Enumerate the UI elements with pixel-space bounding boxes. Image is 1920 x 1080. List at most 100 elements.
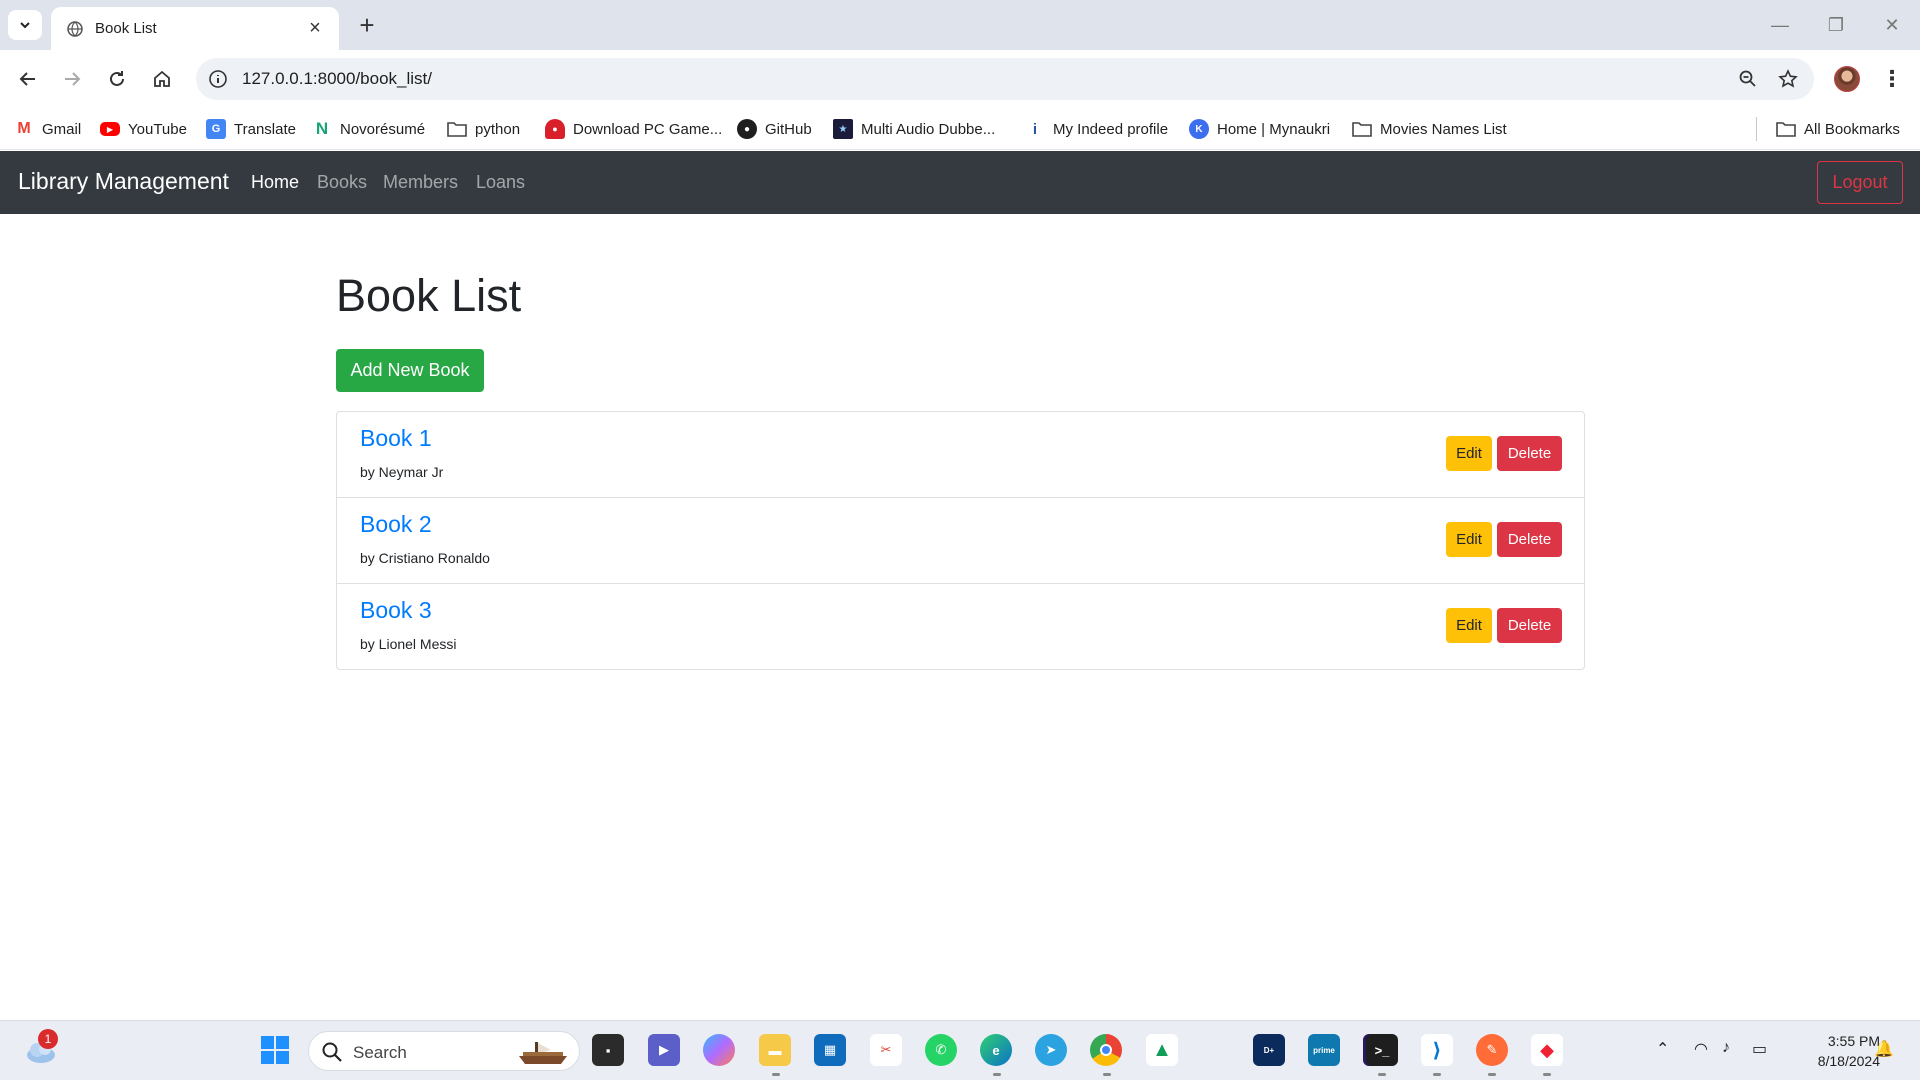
restore-icon[interactable]: ❐ — [1808, 0, 1864, 50]
bookmark-star-icon[interactable] — [1776, 67, 1800, 91]
book-list-item: Book 2 by Cristiano Ronaldo Edit Delete — [337, 498, 1584, 584]
url-text[interactable]: 127.0.0.1:8000/book_list/ — [242, 69, 432, 89]
home-icon[interactable] — [146, 63, 178, 95]
bookmark-youtube[interactable]: ▶ YouTube — [100, 116, 187, 142]
chevron-down-icon — [20, 22, 30, 29]
edit-button[interactable]: Edit — [1446, 522, 1492, 557]
task-view-icon[interactable]: ▪ — [592, 1034, 624, 1066]
bookmark-gmail[interactable]: M Gmail — [14, 116, 81, 142]
postman-icon[interactable]: ✎ — [1476, 1034, 1508, 1066]
teams-meet-icon[interactable]: ▶ — [648, 1034, 680, 1066]
search-placeholder: Search — [353, 1043, 407, 1062]
chevron-up-icon[interactable]: ⌃ — [1656, 1039, 1669, 1059]
indeed-icon: i — [1032, 120, 1038, 138]
battery-icon[interactable]: ▭ — [1752, 1039, 1767, 1059]
site-info-icon[interactable] — [206, 67, 230, 91]
nav-books[interactable]: Books — [317, 172, 367, 193]
running-indicator — [1488, 1073, 1496, 1076]
forward-icon[interactable] — [56, 63, 88, 95]
vscode-icon[interactable]: ⟩ — [1421, 1034, 1453, 1066]
brand-link[interactable]: Library Management — [18, 168, 229, 195]
bookmark-indeed[interactable]: i My Indeed profile — [1025, 116, 1168, 142]
novoresume-icon: N — [315, 119, 329, 138]
translate-icon: G — [206, 119, 226, 139]
bookmark-download-pc-games[interactable]: ● Download PC Game... — [545, 116, 722, 142]
bookmark-mynaukri[interactable]: K Home | Mynaukri — [1189, 116, 1330, 142]
bookmark-label: Novorésumé — [340, 120, 426, 138]
close-tab-icon[interactable]: × — [305, 17, 325, 40]
book-title-link[interactable]: Book 3 — [360, 597, 432, 624]
bookmark-movies-names[interactable]: Movies Names List — [1352, 116, 1507, 142]
new-tab-button[interactable]: + — [352, 10, 382, 40]
nav-home[interactable]: Home — [251, 172, 299, 193]
nav-members[interactable]: Members — [383, 172, 458, 193]
google-drive-icon[interactable]: ▲ — [1146, 1034, 1178, 1066]
delete-button[interactable]: Delete — [1497, 608, 1562, 643]
all-bookmarks[interactable]: All Bookmarks — [1776, 116, 1900, 142]
book-list-item: Book 1 by Neymar Jr Edit Delete — [337, 412, 1584, 498]
naukri-icon: K — [1189, 119, 1209, 139]
windows-taskbar: 1 Search ▪ ▶ ▬ ▦ ✂ ✆ e ➤ ▲ D+ prime musi… — [0, 1020, 1920, 1080]
chrome-icon[interactable] — [1090, 1034, 1122, 1066]
prime-video-icon[interactable]: prime — [1308, 1034, 1340, 1066]
book-list: Book 1 by Neymar Jr Edit Delete Book 2 b… — [336, 411, 1585, 670]
bookmark-python[interactable]: python — [447, 116, 520, 142]
nav-loans[interactable]: Loans — [476, 172, 525, 193]
terminal-icon[interactable]: >_ — [1366, 1034, 1398, 1066]
bookmark-translate[interactable]: G Translate — [206, 116, 296, 142]
bookmark-novoresume[interactable]: N Novorésumé — [312, 116, 425, 142]
add-new-book-button[interactable]: Add New Book — [336, 349, 484, 392]
book-title-link[interactable]: Book 1 — [360, 425, 432, 452]
search-icon — [322, 1042, 342, 1062]
browser-tab[interactable]: Book List × — [51, 7, 339, 50]
bookmark-label: Movies Names List — [1380, 120, 1507, 138]
volume-icon[interactable]: ♪ — [1722, 1039, 1730, 1057]
notification-bell-icon[interactable]: 🔔 — [1874, 1039, 1894, 1059]
notification-badge: 1 — [38, 1029, 58, 1049]
bookmark-label: Translate — [234, 120, 296, 138]
running-indicator — [993, 1073, 1001, 1076]
folder-icon — [1352, 119, 1372, 139]
address-bar[interactable]: 127.0.0.1:8000/book_list/ — [196, 58, 1814, 100]
running-indicator — [772, 1073, 780, 1076]
bookmark-label: GitHub — [765, 120, 812, 138]
copilot-icon[interactable] — [703, 1034, 735, 1066]
game-icon: ● — [545, 119, 565, 139]
bookmark-label: Multi Audio Dubbe... — [861, 120, 996, 138]
snipping-tool-icon[interactable]: ✂ — [870, 1034, 902, 1066]
bookmark-multi-audio[interactable]: ★ Multi Audio Dubbe... — [833, 116, 995, 142]
microsoft-store-icon[interactable]: ▦ — [814, 1034, 846, 1066]
book-author: by Neymar Jr — [360, 464, 444, 480]
system-clock[interactable]: 3:55 PM 8/18/2024 — [1790, 1031, 1880, 1071]
git-client-icon[interactable]: ◆ — [1531, 1034, 1563, 1066]
reload-icon[interactable] — [101, 63, 133, 95]
telegram-icon[interactable]: ➤ — [1035, 1034, 1067, 1066]
wifi-icon[interactable]: ◠ — [1694, 1039, 1708, 1059]
window-controls: — ❐ ✕ — [1752, 0, 1920, 50]
clock-time: 3:55 PM — [1827, 1033, 1880, 1049]
back-icon[interactable] — [12, 63, 44, 95]
zoom-icon[interactable] — [1736, 67, 1760, 91]
edit-button[interactable]: Edit — [1446, 608, 1492, 643]
browser-menu-icon[interactable]: ⋮ — [1880, 63, 1904, 95]
bookmark-github[interactable]: ● GitHub — [737, 116, 812, 142]
book-title-link[interactable]: Book 2 — [360, 511, 432, 538]
gmail-icon: M — [17, 120, 31, 137]
edge-icon[interactable]: e — [980, 1034, 1012, 1066]
delete-button[interactable]: Delete — [1497, 522, 1562, 557]
edit-button[interactable]: Edit — [1446, 436, 1492, 471]
file-explorer-icon[interactable]: ▬ — [759, 1034, 791, 1066]
windows-start-icon[interactable] — [259, 1034, 291, 1066]
disney-plus-icon[interactable]: D+ — [1253, 1034, 1285, 1066]
close-window-icon[interactable]: ✕ — [1864, 0, 1920, 50]
page-title: Book List — [336, 270, 522, 321]
profile-avatar[interactable] — [1834, 66, 1860, 92]
whatsapp-icon[interactable]: ✆ — [925, 1034, 957, 1066]
tab-search-button[interactable] — [8, 10, 42, 40]
browser-toolbar: 127.0.0.1:8000/book_list/ ⋮ — [0, 50, 1920, 108]
logout-button[interactable]: Logout — [1817, 161, 1903, 204]
delete-button[interactable]: Delete — [1497, 436, 1562, 471]
taskbar-search[interactable]: Search — [308, 1031, 580, 1071]
bookmark-label: Home | Mynaukri — [1217, 120, 1331, 138]
minimize-icon[interactable]: — — [1752, 0, 1808, 50]
